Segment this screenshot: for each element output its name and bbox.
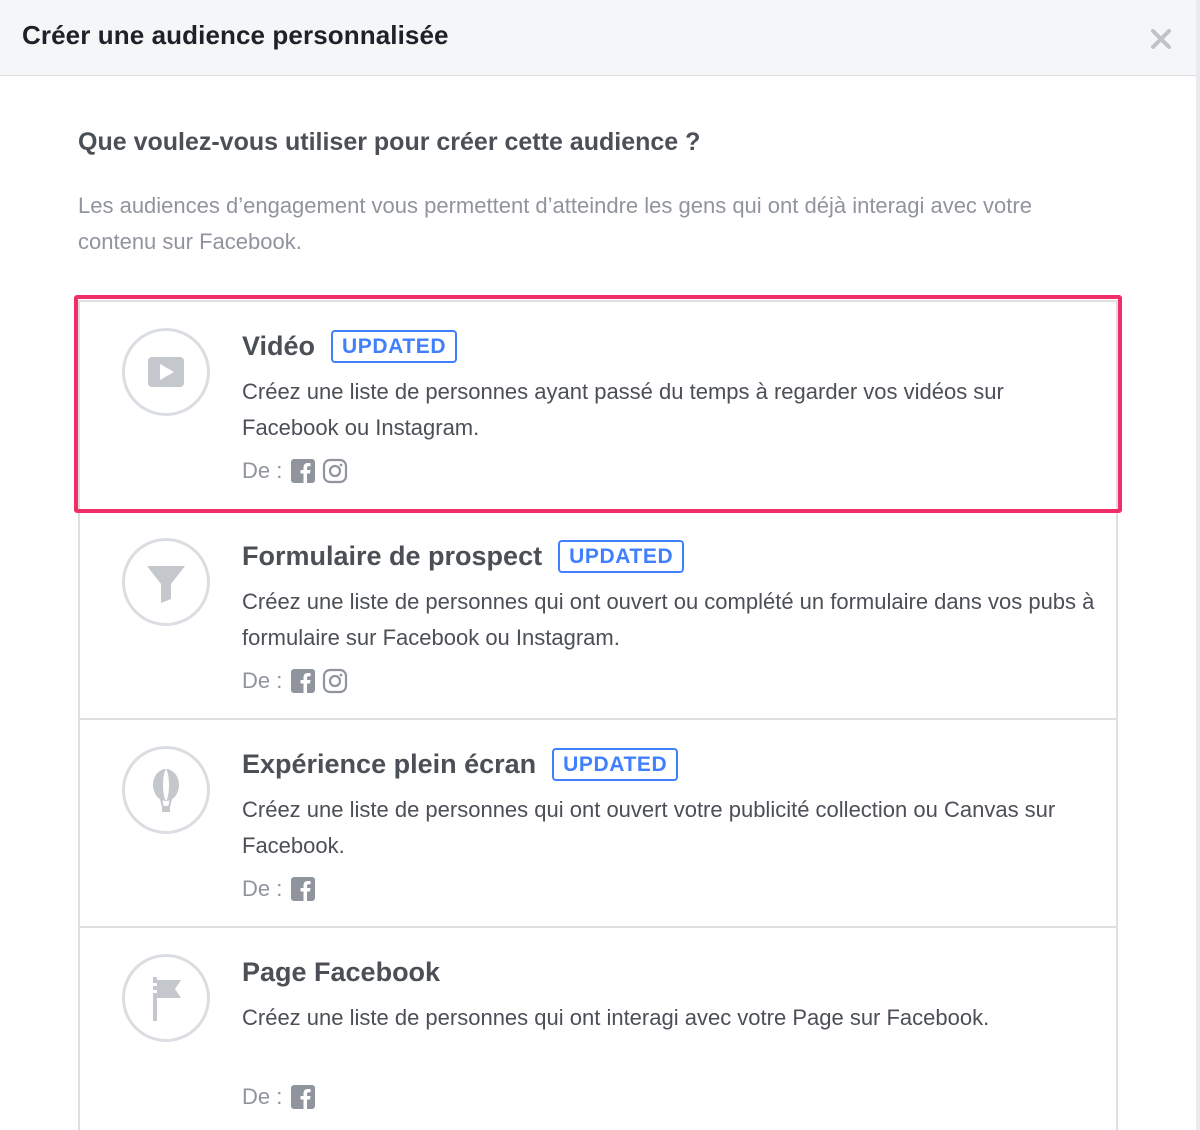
updated-badge: UPDATED: [552, 747, 679, 781]
question-heading: Que voulez-vous utiliser pour créer cett…: [78, 128, 701, 156]
facebook-icon: [290, 1084, 316, 1110]
option-facebook-page[interactable]: Page Facebook Créez une liste de personn…: [80, 926, 1116, 1130]
video-play-icon: [122, 328, 210, 416]
option-title: Expérience plein écran: [242, 748, 537, 779]
option-sources: De :: [242, 874, 316, 904]
option-description: Créez une liste de personnes qui ont ouv…: [242, 589, 1095, 650]
option-fullscreen-experience[interactable]: Expérience plein écran UPDATED Créez une…: [80, 718, 1116, 928]
updated-badge: UPDATED: [558, 539, 685, 573]
from-label: De :: [242, 876, 283, 901]
facebook-icon: [290, 458, 316, 484]
option-description: Créez une liste de personnes qui ont ouv…: [242, 797, 1056, 858]
window-edge: [1196, 0, 1200, 1130]
balloon-icon: [122, 746, 210, 834]
option-video[interactable]: Vidéo UPDATED Créez une liste de personn…: [80, 302, 1116, 510]
updated-badge: UPDATED: [331, 329, 458, 363]
option-sources: De :: [242, 456, 348, 486]
flag-icon: [122, 954, 210, 1042]
option-title: Page Facebook: [242, 956, 441, 987]
facebook-icon: [290, 876, 316, 902]
close-icon: [1151, 29, 1171, 49]
option-sources: De :: [242, 1082, 316, 1112]
instagram-icon: [322, 458, 348, 484]
option-sources: De :: [242, 666, 348, 696]
option-title: Formulaire de prospect: [242, 540, 543, 571]
facebook-icon: [290, 668, 316, 694]
instagram-icon: [322, 668, 348, 694]
from-label: De :: [242, 1084, 283, 1109]
create-custom-audience-dialog: Créer une audience personnalisée Que vou…: [0, 0, 1200, 1130]
dialog-title: Créer une audience personnalisée: [22, 20, 449, 50]
option-description: Créez une liste de personnes qui ont int…: [242, 1005, 990, 1030]
from-label: De :: [242, 668, 283, 693]
close-button[interactable]: [1146, 24, 1176, 54]
option-lead-form[interactable]: Formulaire de prospect UPDATED Créez une…: [80, 510, 1116, 720]
source-options-list: Vidéo UPDATED Créez une liste de personn…: [78, 300, 1118, 1130]
intro-text: Les audiences d’engagement vous permette…: [78, 193, 1032, 254]
funnel-icon: [122, 538, 210, 626]
option-description: Créez une liste de personnes ayant passé…: [242, 379, 1004, 440]
option-title: Vidéo: [242, 330, 316, 361]
dialog-header: Créer une audience personnalisée: [0, 0, 1200, 76]
from-label: De :: [242, 458, 283, 483]
